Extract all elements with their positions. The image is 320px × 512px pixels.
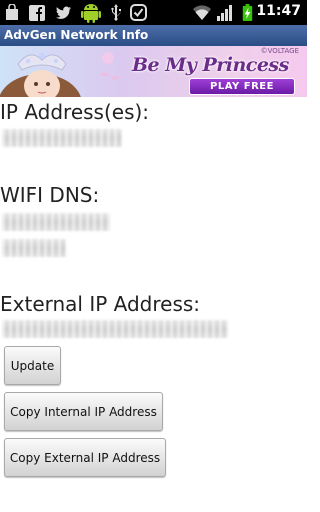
sync-icon [130, 4, 147, 21]
wifi-icon [193, 5, 211, 20]
status-time: 11:47 [256, 3, 301, 19]
wifi-dns-label: WIFI DNS: [0, 183, 100, 207]
facebook-icon [29, 5, 45, 21]
wifi-dns-value-2-redacted [2, 239, 66, 257]
shopping-bag-icon [6, 4, 18, 20]
signal-icon [217, 5, 232, 21]
app-title: AdvGen Network Info [4, 28, 149, 42]
ip-address-value-redacted [2, 129, 122, 147]
external-ip-value-redacted [2, 320, 228, 338]
android-icon [81, 4, 101, 23]
battery-charging-icon [242, 4, 253, 21]
wifi-dns-value-redacted [2, 213, 110, 231]
app-title-bar: AdvGen Network Info [0, 25, 307, 46]
ad-logo-text: Be My Princess [132, 54, 289, 76]
ad-banner[interactable]: ©VOLTAGE Be My Princess PLAY FREE [0, 46, 307, 97]
copy-external-ip-button[interactable]: Copy External IP Address [4, 438, 166, 477]
ip-address-label: IP Address(es): [0, 100, 150, 124]
external-ip-label: External IP Address: [0, 292, 201, 316]
princess-illustration-icon [0, 52, 120, 97]
status-bar: 11:47 [0, 0, 307, 25]
ad-play-free-button[interactable]: PLAY FREE [189, 78, 295, 95]
update-button[interactable]: Update [4, 346, 61, 385]
usb-icon [111, 4, 121, 21]
twitter-icon [56, 6, 71, 19]
copy-internal-ip-button[interactable]: Copy Internal IP Address [4, 392, 163, 431]
